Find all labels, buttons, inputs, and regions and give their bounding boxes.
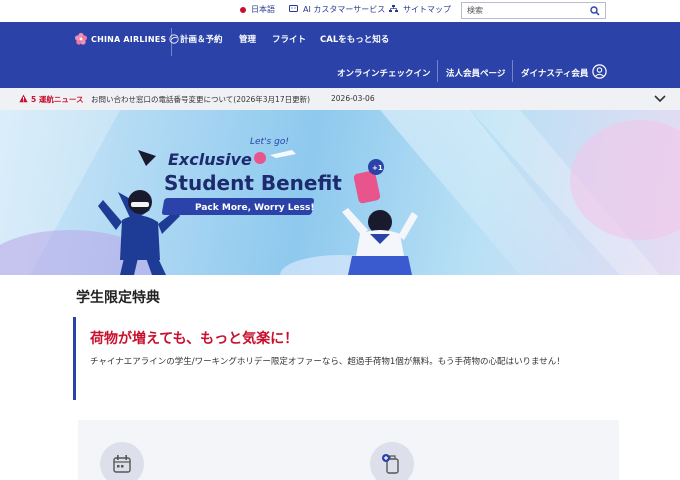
search-box	[461, 2, 606, 19]
hero-badge: +1	[372, 164, 383, 172]
brand-name: CHINA AIRLINES	[91, 34, 167, 44]
girl-figure: +1	[342, 159, 418, 275]
nav-online-checkin[interactable]: オンラインチェックイン	[337, 67, 431, 79]
ai-customer-service-label: AI カスタマーサービス	[303, 5, 386, 14]
benefit-cards	[78, 420, 619, 480]
student-benefit-banner[interactable]: Let's go! Exclusive Student Benefit Pack…	[0, 110, 680, 275]
china-airlines-logo[interactable]: CHINA AIRLINES	[74, 32, 179, 46]
hero-subtitle: Pack More, Worry Less!	[195, 203, 314, 213]
language-link[interactable]: 日本語	[240, 4, 275, 15]
main-nav: CHINA AIRLINES 計画＆予約 管理 フライト CALをもっと知る オ…	[0, 22, 680, 88]
nav-about-cal[interactable]: CALをもっと知る	[320, 33, 389, 45]
luggage-plus-icon	[370, 442, 414, 480]
nav-dynasty-member[interactable]: ダイナスティ会員	[521, 67, 588, 79]
news-count: 5 運航ニュース	[31, 95, 84, 104]
nav-divider	[171, 28, 172, 56]
sitemap-icon	[389, 4, 398, 15]
page-title: 学生限定特典	[76, 290, 160, 306]
news-date: 2026-03-06	[331, 94, 375, 103]
callout-title: 荷物が増えても、もっと気楽に！	[90, 331, 299, 347]
search-icon	[590, 5, 600, 16]
news-message[interactable]: お問い合わせ窓口の電話番号変更について(2026年3月17日更新)	[91, 94, 310, 105]
nav-divider	[437, 60, 438, 82]
chevron-down-icon[interactable]	[654, 94, 666, 103]
callout-text: チャイナエアラインの学生/ワーキングホリデー限定オファーなら、超過手荷物1個が無…	[90, 357, 565, 367]
nav-corporate-members[interactable]: 法人会員ページ	[446, 67, 505, 79]
ai-customer-service-link[interactable]: AI カスタマーサービス	[289, 4, 385, 15]
flight-news-alert[interactable]: 5 運航ニュース お問い合わせ窓口の電話番号変更について(2026年3月17日更…	[0, 88, 680, 110]
nav-plan-book[interactable]: 計画＆予約	[180, 33, 223, 45]
sitemap-link[interactable]: サイトマップ	[389, 4, 451, 15]
ai-chat-icon	[289, 4, 298, 15]
language-label: 日本語	[251, 5, 275, 14]
hero-tagline: Let's go!	[250, 137, 289, 147]
hero-title-line2: Student Benefit	[164, 171, 342, 195]
search-input[interactable]	[462, 3, 582, 18]
nav-manage[interactable]: 管理	[239, 33, 256, 45]
globe-dot-icon	[240, 6, 246, 13]
sitemap-label: サイトマップ	[403, 5, 451, 14]
hero-title-line1: Exclusive	[168, 150, 252, 169]
user-icon[interactable]	[592, 64, 607, 79]
nav-divider	[512, 60, 513, 82]
calendar-icon	[100, 442, 144, 480]
nav-flights[interactable]: フライト	[272, 33, 306, 45]
hero-illustration: Let's go! Exclusive Student Benefit Pack…	[0, 110, 680, 275]
search-button[interactable]	[585, 3, 605, 18]
plum-blossom-logo-icon	[75, 32, 87, 45]
warning-icon	[19, 94, 28, 103]
benefit-callout: 荷物が増えても、もっと気楽に！ チャイナエアラインの学生/ワーキングホリデー限定…	[73, 317, 613, 400]
utility-bar: 日本語 AI カスタマーサービス サイトマップ	[0, 0, 680, 22]
